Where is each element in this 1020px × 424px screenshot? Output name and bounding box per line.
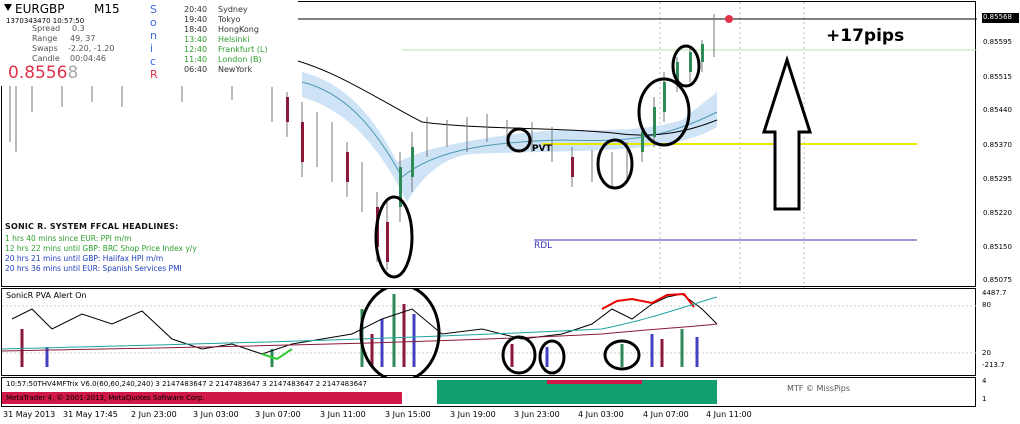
session-row: 13:40 Helsinki — [184, 35, 294, 45]
session-row: 19:40 Tokyo — [184, 15, 294, 25]
session-city: NewYork — [218, 65, 253, 74]
bear-candles — [286, 97, 574, 262]
headline-item: 20 hrs 21 mins until GBP: Halifax HPI m/… — [5, 254, 164, 263]
time-tick: 2 Jun 23:00 — [131, 410, 177, 419]
session-clock-list: 20:40 Sydney 19:40 Tokyo 18:40 HongKong 13:40 H… — [184, 5, 294, 75]
session-row: 18:40 HongKong — [184, 25, 294, 35]
price-tick: 0.85075 — [983, 276, 1012, 284]
price-tick: 0.85440 — [983, 106, 1012, 114]
headline-item: 12 hrs 22 mins until GBP: BRC Shop Price… — [5, 244, 197, 253]
price-tick: 0.85515 — [983, 73, 1012, 81]
pva-panel[interactable]: SonicR PVA Alert On — [1, 288, 977, 377]
range-value: 49, 37 — [70, 34, 96, 43]
current-price-label: 0.85568 — [983, 13, 1012, 21]
session-time: 11:40 — [184, 55, 208, 64]
headline-item: 20 hrs 36 mins until EUR: Spanish Servic… — [5, 264, 182, 273]
session-time: 20:40 — [184, 5, 208, 14]
pva-tick: 4487.7 — [982, 289, 1007, 297]
time-tick: 3 Jun 15:00 — [385, 410, 431, 419]
pvt-label: PVT — [532, 144, 552, 154]
session-row: 06:40 NewYork — [184, 65, 294, 75]
bull-candles — [399, 44, 704, 207]
time-axis[interactable]: 31 May 2013 31 May 17:45 2 Jun 23:00 3 J… — [0, 408, 976, 424]
price-tick: 0.85150 — [983, 243, 1012, 251]
session-city: HongKong — [218, 25, 259, 34]
range-label: Range — [32, 34, 58, 43]
trix-tick: 1 — [982, 395, 987, 403]
session-time: 19:40 — [184, 15, 208, 24]
session-time: 06:40 — [184, 65, 208, 74]
time-tick: 3 Jun 07:00 — [255, 410, 301, 419]
bid-price-main: 0.8556 — [8, 63, 68, 83]
time-tick: 3 Jun 19:00 — [450, 410, 496, 419]
session-row: 12:40 Frankfurt (L) — [184, 45, 294, 55]
time-tick: 4 Jun 03:00 — [578, 410, 624, 419]
price-tick: 0.85595 — [983, 38, 1012, 46]
price-marker — [725, 15, 733, 23]
time-tick: 3 Jun 11:00 — [320, 410, 366, 419]
headlines-panel: SONIC R. SYSTEM FFCAL HEADLINES: 1 hrs 4… — [5, 222, 265, 274]
spread-label: Spread — [32, 24, 61, 33]
price-axis[interactable]: 0.85568 0.85595 0.85515 0.85440 0.85370 … — [977, 0, 1020, 288]
spread-value: 0.3 — [72, 24, 85, 33]
pva-green-segment — [261, 348, 293, 361]
price-tick: 0.85295 — [983, 175, 1012, 183]
pva-svg — [2, 289, 977, 377]
copyright-label: MetaTrader 4, © 2001-2013, MetaQuotes So… — [6, 394, 205, 402]
time-tick: 4 Jun 07:00 — [643, 410, 689, 419]
headline-list: 1 hrs 40 mins since EUR: PPI m/m 12 hrs 2… — [5, 234, 265, 274]
symbol-label: EURGBP — [15, 2, 65, 16]
candle-value: 00:04:46 — [70, 54, 106, 63]
trix-panel[interactable]: 10:57:50THV4MFTrix V6.0(60,60,240,240) 3… — [1, 377, 976, 407]
timeframe-label: M15 — [94, 2, 120, 16]
pva-tick: -213.7 — [982, 361, 1005, 369]
pva-axis[interactable]: 4487.7 80 20 -213.7 — [977, 288, 1020, 376]
sonic-letter: c — [150, 55, 157, 68]
pva-tick: 80 — [982, 301, 991, 309]
bid-price: 0.85568 — [8, 63, 78, 83]
session-time: 18:40 — [184, 25, 208, 34]
rdl-label: RDL — [534, 241, 553, 251]
trix-label: 10:57:50THV4MFTrix V6.0(60,60,240,240) 3… — [6, 380, 367, 388]
sonic-letter: i — [150, 42, 154, 55]
time-tick: 31 May 2013 — [3, 410, 56, 419]
swaps-label: Swaps — [32, 44, 58, 53]
sonic-letter: R — [150, 68, 158, 81]
trix-red-bar-2 — [547, 380, 642, 384]
mtf-label: MTF © MissPips — [787, 384, 851, 393]
dropdown-triangle-icon[interactable] — [4, 4, 12, 11]
session-row: 11:40 London (B) — [184, 55, 294, 65]
swaps-value: -2.20, -1.20 — [68, 44, 115, 53]
session-time: 12:40 — [184, 45, 208, 54]
price-tick: 0.85370 — [983, 141, 1012, 149]
pva-tick: 20 — [982, 349, 991, 357]
session-city: Frankfurt (L) — [218, 45, 268, 54]
candle-label: Candle — [32, 54, 60, 63]
time-tick: 3 Jun 23:00 — [514, 410, 560, 419]
up-arrow-icon — [761, 55, 813, 211]
time-tick: 31 May 17:45 — [63, 410, 118, 419]
trix-axis[interactable]: 4 1 — [977, 377, 1020, 407]
sonic-letter: S — [150, 3, 157, 16]
headline-item: 1 hrs 40 mins since EUR: PPI m/m — [5, 234, 132, 243]
trix-tick: 4 — [982, 377, 987, 385]
session-city: Sydney — [218, 5, 248, 14]
info-panel: EURGBP M15 1370343470 10:57:50 Spread 0.… — [0, 0, 298, 86]
time-tick: 3 Jun 03:00 — [193, 410, 239, 419]
price-tick: 0.85220 — [983, 209, 1012, 217]
pips-label: +17pips — [826, 26, 905, 46]
session-city: London (B) — [218, 55, 262, 64]
session-city: Tokyo — [218, 15, 241, 24]
bid-price-last: 8 — [67, 63, 79, 83]
session-time: 13:40 — [184, 35, 208, 44]
sonic-letter: o — [150, 16, 157, 29]
session-city: Helsinki — [218, 35, 250, 44]
sonic-letter: n — [150, 29, 157, 42]
headlines-title: SONIC R. SYSTEM FFCAL HEADLINES: — [5, 222, 179, 231]
session-row: 20:40 Sydney — [184, 5, 294, 15]
time-tick: 4 Jun 11:00 — [706, 410, 752, 419]
